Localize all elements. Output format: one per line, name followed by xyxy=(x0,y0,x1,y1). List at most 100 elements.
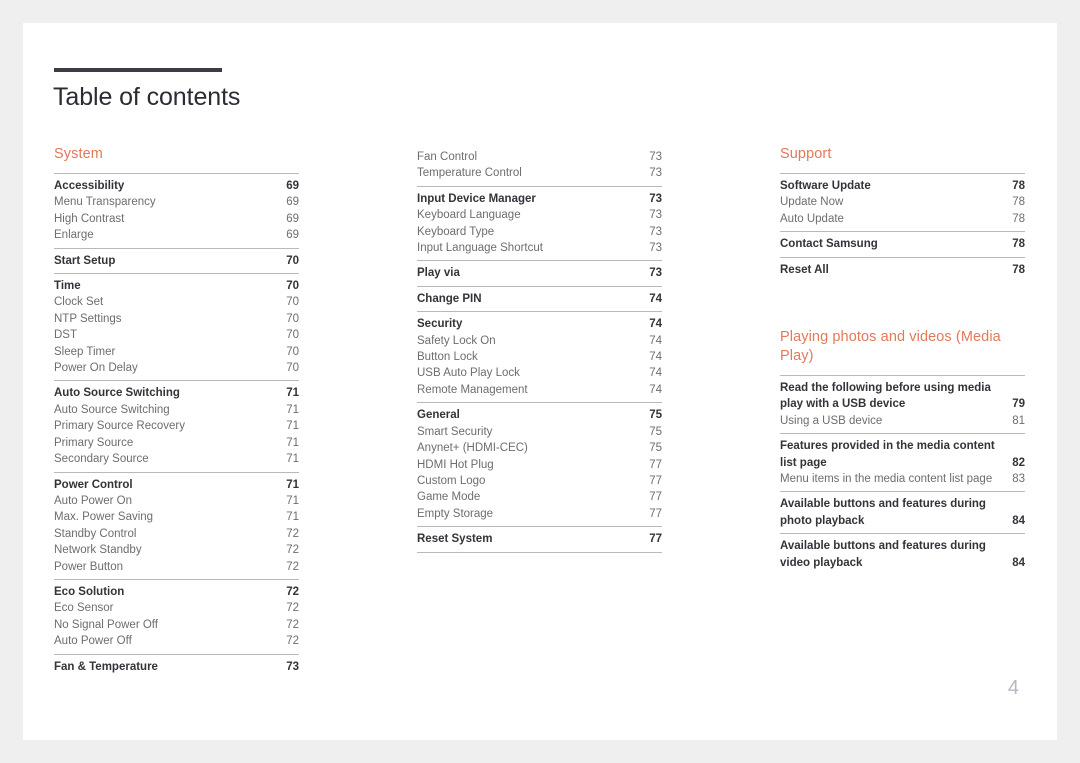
toc-entry-label: Remote Management xyxy=(417,383,528,396)
toc-entry[interactable]: Secondary Source 71 xyxy=(54,451,299,467)
toc-group: Reset System 77 xyxy=(417,526,662,553)
toc-entry-label: Sleep Timer xyxy=(54,345,116,358)
toc-entry[interactable]: Features provided in the media content l… xyxy=(780,438,1025,471)
toc-group: Fan Control 73 Temperature Control 73 xyxy=(417,145,662,186)
toc-entry-label: Read the following before using media pl… xyxy=(780,382,991,411)
toc-entry[interactable]: Remote Management 74 xyxy=(417,382,662,398)
toc-entry[interactable]: Primary Source 71 xyxy=(54,435,299,451)
toc-entry[interactable]: Input Device Manager 73 xyxy=(417,191,662,207)
toc-entry-label: Change PIN xyxy=(417,292,482,305)
toc-group: Input Device Manager 73 Keyboard Language 7… xyxy=(417,185,662,261)
toc-entry[interactable]: Power Control 71 xyxy=(54,477,299,493)
toc-entry[interactable]: Power Button 72 xyxy=(54,559,299,575)
toc-entry[interactable]: Accessibility 69 xyxy=(54,178,299,194)
toc-entry-page-number: 71 xyxy=(286,387,299,400)
toc-entry-page-number: 73 xyxy=(649,209,662,222)
toc-entry-label: Primary Source xyxy=(54,436,134,449)
toc-entry[interactable]: Button Lock 74 xyxy=(417,349,662,365)
toc-entry-label: Anynet+ (HDMI-CEC) xyxy=(417,442,528,455)
toc-entry[interactable]: Auto Source Switching 71 xyxy=(54,402,299,418)
toc-entry-page-number: 82 xyxy=(1012,456,1025,469)
toc-entry[interactable]: DST 70 xyxy=(54,327,299,343)
toc-entry[interactable]: Update Now 78 xyxy=(780,194,1025,210)
toc-entry[interactable]: Network Standby 72 xyxy=(54,542,299,558)
toc-entry-label: Eco Sensor xyxy=(54,602,114,615)
toc-group: Time 70 Clock Set 70 NTP Settings 70 DST 70 Slee… xyxy=(54,273,299,380)
toc-entry[interactable]: Keyboard Type 73 xyxy=(417,224,662,240)
toc-entry-label: Eco Solution xyxy=(54,585,125,598)
toc-entry[interactable]: Input Language Shortcut 73 xyxy=(417,240,662,256)
toc-entry-page-number: 72 xyxy=(286,618,299,631)
toc-entry[interactable]: Eco Sensor 72 xyxy=(54,600,299,616)
toc-entry-label: Power Button xyxy=(54,560,124,573)
toc-entry-page-number: 74 xyxy=(649,292,662,305)
toc-entry[interactable]: Menu Transparency 69 xyxy=(54,194,299,210)
toc-entry[interactable]: Primary Source Recovery 71 xyxy=(54,418,299,434)
toc-entry[interactable]: No Signal Power Off 72 xyxy=(54,617,299,633)
toc-entry[interactable]: Clock Set 70 xyxy=(54,294,299,310)
toc-entry[interactable]: Reset System 77 xyxy=(417,531,662,547)
toc-entry[interactable]: Play via 73 xyxy=(417,265,662,281)
toc-entry[interactable]: Contact Samsung 78 xyxy=(780,236,1025,252)
toc-entry-label: Primary Source Recovery xyxy=(54,420,186,433)
toc-entry-page-number: 77 xyxy=(649,458,662,471)
toc-group: Available buttons and features during ph… xyxy=(780,491,1025,533)
toc-entry-page-number: 74 xyxy=(649,318,662,331)
toc-entry[interactable]: Using a USB device 81 xyxy=(780,413,1025,429)
toc-entry[interactable]: General 75 xyxy=(417,407,662,423)
toc-entry[interactable]: Change PIN 74 xyxy=(417,291,662,307)
toc-entry-page-number: 72 xyxy=(286,585,299,598)
toc-entry-label: Fan Control xyxy=(417,151,478,163)
toc-entry-page-number: 74 xyxy=(649,367,662,380)
toc-entry-label: Available buttons and features during ph… xyxy=(780,498,986,527)
toc-entry[interactable]: Software Update 78 xyxy=(780,178,1025,194)
toc-entry-page-number: 71 xyxy=(286,420,299,433)
toc-entry[interactable]: Temperature Control 73 xyxy=(417,165,662,181)
page-title: Table of contents xyxy=(53,83,241,111)
toc-entry[interactable]: HDMI Hot Plug 77 xyxy=(417,457,662,473)
toc-entry[interactable]: Available buttons and features during vi… xyxy=(780,538,1025,571)
toc-entry-label: NTP Settings xyxy=(54,312,122,325)
toc-entry[interactable]: Custom Logo 77 xyxy=(417,473,662,489)
toc-entry[interactable]: Keyboard Language 73 xyxy=(417,207,662,223)
toc-entry-page-number: 70 xyxy=(286,312,299,325)
toc-entry[interactable]: Eco Solution 72 xyxy=(54,584,299,600)
toc-entry-label: Security xyxy=(417,318,463,331)
toc-entry-label: Standby Control xyxy=(54,527,137,540)
toc-entry[interactable]: Sleep Timer 70 xyxy=(54,344,299,360)
toc-entry[interactable]: Security 74 xyxy=(417,316,662,332)
toc-entry-page-number: 75 xyxy=(649,442,662,455)
toc-entry[interactable]: Available buttons and features during ph… xyxy=(780,496,1025,529)
toc-entry-page-number: 74 xyxy=(649,334,662,347)
toc-entry[interactable]: NTP Settings 70 xyxy=(54,311,299,327)
toc-entry[interactable]: Fan & Temperature 73 xyxy=(54,659,299,675)
toc-entry[interactable]: Fan Control 73 xyxy=(417,149,662,165)
toc-entry[interactable]: Max. Power Saving 71 xyxy=(54,509,299,525)
toc-entry-label: Fan & Temperature xyxy=(54,660,158,673)
toc-entry[interactable]: Standby Control 72 xyxy=(54,526,299,542)
toc-entry[interactable]: Reset All 78 xyxy=(780,262,1025,278)
toc-entry[interactable]: Auto Update 78 xyxy=(780,211,1025,227)
toc-entry[interactable]: Smart Security 75 xyxy=(417,424,662,440)
toc-entry-page-number: 72 xyxy=(286,602,299,615)
toc-entry[interactable]: Menu items in the media content list pag… xyxy=(780,471,1025,487)
toc-entry[interactable]: High Contrast 69 xyxy=(54,211,299,227)
toc-entry[interactable]: USB Auto Play Lock 74 xyxy=(417,365,662,381)
toc-entry[interactable]: Time 70 xyxy=(54,278,299,294)
toc-entry[interactable]: Empty Storage 77 xyxy=(417,506,662,522)
toc-entry-page-number: 69 xyxy=(286,212,299,225)
toc-entry[interactable]: Auto Source Switching 71 xyxy=(54,385,299,401)
toc-entry[interactable]: Anynet+ (HDMI-CEC) 75 xyxy=(417,440,662,456)
toc-entry-page-number: 70 xyxy=(286,254,299,267)
toc-entry[interactable]: Power On Delay 70 xyxy=(54,360,299,376)
toc-entry-label: Secondary Source xyxy=(54,453,149,466)
toc-entry-label: Power Control xyxy=(54,478,133,491)
toc-entry[interactable]: Start Setup 70 xyxy=(54,253,299,269)
toc-entry[interactable]: Read the following before using media pl… xyxy=(780,380,1025,413)
toc-entry[interactable]: Game Mode 77 xyxy=(417,489,662,505)
toc-entry[interactable]: Enlarge 69 xyxy=(54,227,299,243)
toc-entry[interactable]: Auto Power Off 72 xyxy=(54,633,299,649)
toc-entry-label: Available buttons and features during vi… xyxy=(780,540,986,569)
toc-entry[interactable]: Auto Power On 71 xyxy=(54,493,299,509)
toc-entry[interactable]: Safety Lock On 74 xyxy=(417,333,662,349)
